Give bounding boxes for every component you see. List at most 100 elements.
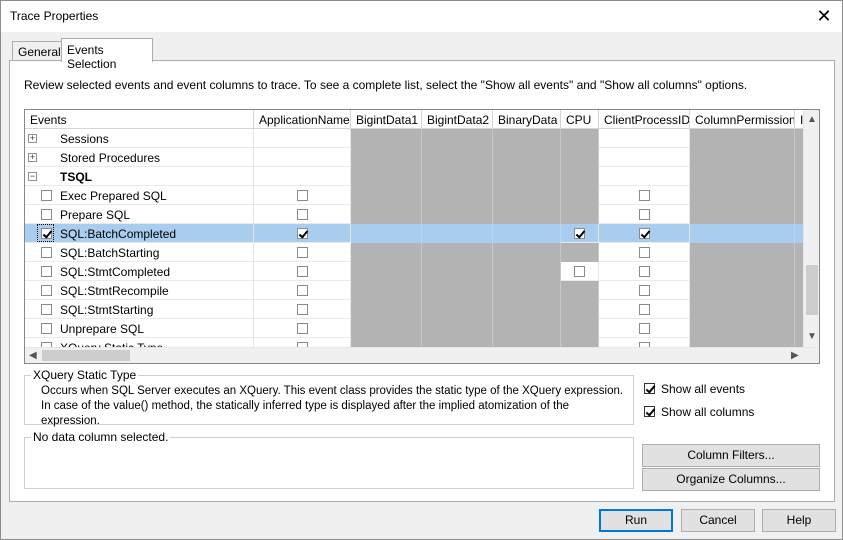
grid-cell[interactable] <box>561 167 599 186</box>
column-header-bigintdata1[interactable]: BigintData1 <box>351 110 422 129</box>
run-button[interactable]: Run <box>599 509 673 532</box>
table-row[interactable]: Prepare SQL <box>25 205 805 224</box>
event-checkbox[interactable] <box>41 285 52 296</box>
clientprocessid-checkbox[interactable] <box>638 266 650 277</box>
help-button[interactable]: Help <box>762 509 836 532</box>
grid-cell[interactable] <box>254 300 351 319</box>
grid-cell[interactable] <box>561 148 599 167</box>
grid-cell[interactable] <box>493 205 561 224</box>
grid-cell[interactable] <box>599 148 690 167</box>
applicationname-checkbox[interactable] <box>296 285 308 296</box>
grid-cell[interactable] <box>493 243 561 262</box>
grid-cell[interactable] <box>690 148 795 167</box>
grid-cell[interactable] <box>422 300 493 319</box>
grid-cell[interactable] <box>690 281 795 300</box>
grid-cell[interactable] <box>351 167 422 186</box>
column-filters-button[interactable]: Column Filters... <box>642 444 820 467</box>
horizontal-scroll-thumb[interactable] <box>42 350 130 361</box>
applicationname-checkbox[interactable] <box>296 209 308 220</box>
grid-cell[interactable] <box>690 205 795 224</box>
grid-cell[interactable]: Unprepare SQL <box>25 319 254 338</box>
grid-cell[interactable] <box>351 129 422 148</box>
scroll-right-icon[interactable]: ▶ <box>791 350 799 361</box>
grid-cell[interactable] <box>599 186 690 205</box>
grid-cell[interactable] <box>599 224 690 243</box>
show-all-columns-checkbox[interactable] <box>644 406 655 417</box>
grid-cell[interactable]: SQL:StmtCompleted <box>25 262 254 281</box>
applicationname-checkbox[interactable] <box>296 266 308 277</box>
grid-cell[interactable]: − TSQL <box>25 167 254 186</box>
applicationname-checkbox[interactable] <box>296 228 308 239</box>
table-row[interactable]: SQL:StmtRecompile <box>25 281 805 300</box>
scroll-left-icon[interactable]: ◀ <box>29 350 37 361</box>
scroll-up-icon[interactable]: ▲ <box>807 114 817 125</box>
table-row[interactable]: Unprepare SQL <box>25 319 805 338</box>
horizontal-scrollbar[interactable]: ◀ ▶ <box>25 347 819 363</box>
grid-cell[interactable] <box>254 281 351 300</box>
grid-cell[interactable] <box>690 129 795 148</box>
grid-cell[interactable]: Prepare SQL <box>25 205 254 224</box>
event-checkbox[interactable] <box>41 304 52 315</box>
grid-cell[interactable] <box>493 129 561 148</box>
grid-cell[interactable] <box>422 281 493 300</box>
column-header-columnpermissions[interactable]: ColumnPermissions <box>690 110 795 129</box>
close-icon[interactable]: ✕ <box>812 5 836 27</box>
grid-cell[interactable] <box>493 300 561 319</box>
grid-cell[interactable] <box>422 224 493 243</box>
tab-events-selection[interactable]: Events Selection <box>61 38 153 71</box>
grid-cell[interactable] <box>422 262 493 281</box>
event-checkbox[interactable] <box>41 323 52 334</box>
grid-cell[interactable] <box>351 148 422 167</box>
grid-cell[interactable]: SQL:StmtRecompile <box>25 281 254 300</box>
clientprocessid-checkbox[interactable] <box>638 190 650 201</box>
grid-cell[interactable] <box>599 205 690 224</box>
clientprocessid-checkbox[interactable] <box>638 209 650 220</box>
grid-cell[interactable] <box>422 319 493 338</box>
table-row[interactable]: Exec Prepared SQL <box>25 186 805 205</box>
grid-cell[interactable]: + Stored Procedures <box>25 148 254 167</box>
grid-cell[interactable] <box>254 167 351 186</box>
expand-icon[interactable]: + <box>28 134 37 143</box>
grid-cell[interactable] <box>493 186 561 205</box>
grid-cell[interactable] <box>254 205 351 224</box>
grid-cell[interactable] <box>351 319 422 338</box>
grid-cell[interactable] <box>690 300 795 319</box>
table-row[interactable]: SQL:StmtStarting <box>25 300 805 319</box>
grid-cell[interactable]: SQL:BatchStarting <box>25 243 254 262</box>
grid-cell[interactable] <box>254 224 351 243</box>
grid-cell[interactable] <box>690 243 795 262</box>
grid-cell[interactable] <box>351 205 422 224</box>
grid-cell[interactable] <box>351 300 422 319</box>
events-grid[interactable]: Events ApplicationName BigintData1 Bigin… <box>24 109 820 364</box>
grid-cell[interactable] <box>422 205 493 224</box>
vertical-scrollbar[interactable]: ▲ ▼ <box>803 110 819 348</box>
grid-cell[interactable] <box>493 148 561 167</box>
clientprocessid-checkbox[interactable] <box>638 304 650 315</box>
table-row[interactable]: + Sessions <box>25 129 805 148</box>
grid-cell[interactable] <box>422 167 493 186</box>
collapse-icon[interactable]: − <box>28 172 37 181</box>
grid-cell[interactable] <box>254 319 351 338</box>
clientprocessid-checkbox[interactable] <box>638 323 650 334</box>
grid-cell[interactable] <box>599 129 690 148</box>
grid-cell[interactable] <box>422 186 493 205</box>
organize-columns-button[interactable]: Organize Columns... <box>642 468 820 491</box>
grid-cell[interactable] <box>599 167 690 186</box>
event-checkbox[interactable] <box>41 190 52 201</box>
grid-cell[interactable] <box>561 300 599 319</box>
grid-cell[interactable] <box>599 319 690 338</box>
grid-cell[interactable] <box>599 243 690 262</box>
grid-cell[interactable] <box>493 262 561 281</box>
grid-cell[interactable] <box>561 205 599 224</box>
column-header-events[interactable]: Events <box>25 110 254 129</box>
grid-cell[interactable] <box>351 262 422 281</box>
grid-cell[interactable]: + Sessions <box>25 129 254 148</box>
grid-cell[interactable] <box>254 148 351 167</box>
grid-cell[interactable] <box>254 262 351 281</box>
clientprocessid-checkbox[interactable] <box>638 228 650 239</box>
grid-cell[interactable] <box>351 186 422 205</box>
grid-cell[interactable] <box>493 167 561 186</box>
cpu-checkbox[interactable] <box>574 266 585 277</box>
table-row[interactable]: + Stored Procedures <box>25 148 805 167</box>
column-header-cpu[interactable]: CPU <box>561 110 599 129</box>
